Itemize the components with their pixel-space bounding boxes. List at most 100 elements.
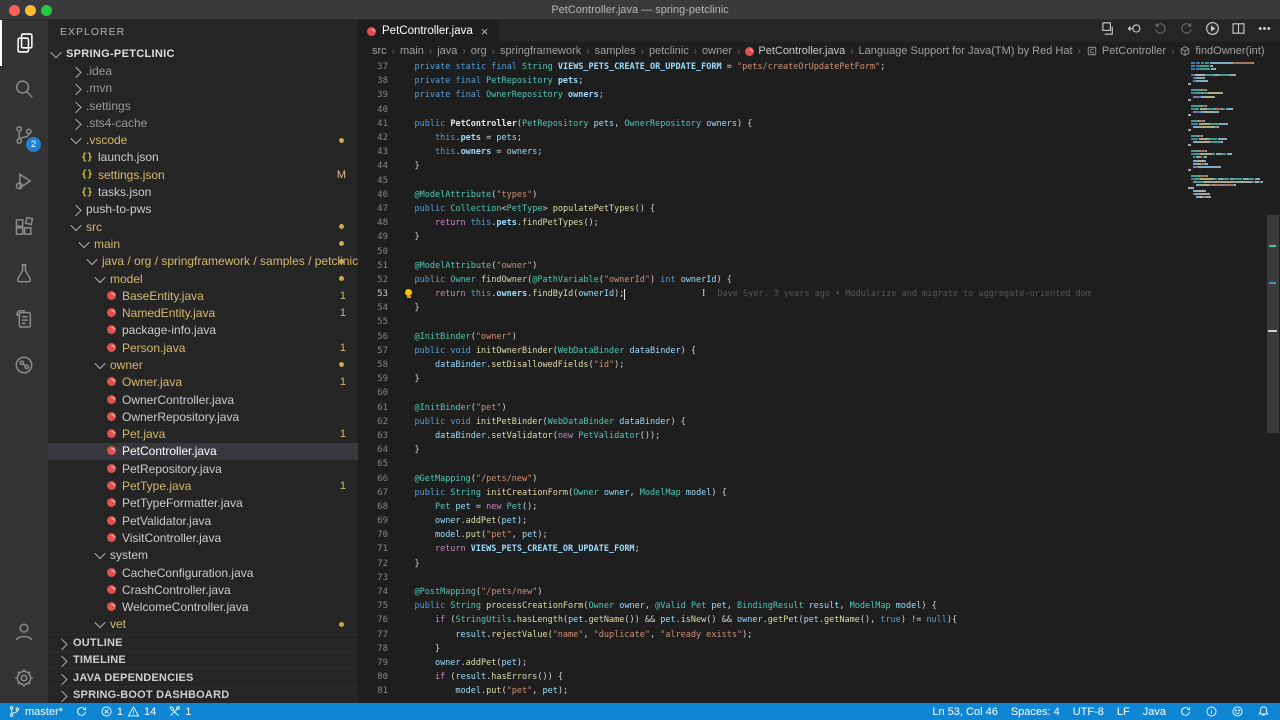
activity-run-debug[interactable] bbox=[0, 158, 48, 204]
code-line-53[interactable]: 53 return this.owners.findById(ownerId);… bbox=[358, 287, 1280, 301]
tree-item-owner-java[interactable]: Owner.java1 bbox=[48, 374, 358, 391]
status-encoding[interactable]: UTF-8 bbox=[1073, 706, 1104, 718]
breadcrumb-item-petcontroller[interactable]: PetController bbox=[1086, 45, 1166, 57]
code-line-52[interactable]: 52 public Owner findOwner(@PathVariable(… bbox=[358, 273, 1280, 287]
tree-item-push-to-pws[interactable]: push-to-pws bbox=[48, 201, 358, 218]
code-line-56[interactable]: 56 @InitBinder("owner") bbox=[358, 330, 1280, 344]
code-line-71[interactable]: 71 return VIEWS_PETS_CREATE_OR_UPDATE_FO… bbox=[358, 542, 1280, 556]
tree-item--settings[interactable]: .settings bbox=[48, 97, 358, 114]
status-indentation[interactable]: Spaces: 4 bbox=[1011, 706, 1060, 718]
activity-accounts[interactable] bbox=[0, 609, 48, 655]
code-line-76[interactable]: 76 if (StringUtils.hasLength(pet.getName… bbox=[358, 613, 1280, 627]
status-problems[interactable]: 114 bbox=[100, 705, 156, 718]
tree-item-petvalidator-java[interactable]: PetValidator.java bbox=[48, 512, 358, 529]
tab-petcontroller[interactable]: PetController.java × bbox=[358, 20, 499, 42]
code-line-39[interactable]: 39 private final OwnerRepository owners; bbox=[358, 88, 1280, 102]
panel-timeline[interactable]: TIMELINE bbox=[48, 651, 358, 668]
tree-item-model[interactable]: model bbox=[48, 270, 358, 287]
code-line-48[interactable]: 48 return this.pets.findPetTypes(); bbox=[358, 216, 1280, 230]
tree-item-ownerrepository-java[interactable]: OwnerRepository.java bbox=[48, 408, 358, 425]
code-line-78[interactable]: 78 } bbox=[358, 642, 1280, 656]
code-line-69[interactable]: 69 owner.addPet(pet); bbox=[358, 514, 1280, 528]
tree-item-package-info-java[interactable]: package-info.java bbox=[48, 322, 358, 339]
tree-item--vscode[interactable]: .vscode bbox=[48, 131, 358, 148]
more-actions-icon[interactable] bbox=[1257, 21, 1272, 41]
code-line-40[interactable]: 40 bbox=[358, 103, 1280, 117]
tree-item-petrepository-java[interactable]: PetRepository.java bbox=[48, 460, 358, 477]
breadcrumb-item-findowner-int-[interactable]: findOwner(int) bbox=[1179, 45, 1264, 57]
go-back-icon[interactable] bbox=[1127, 21, 1142, 41]
status-language-status[interactable] bbox=[1179, 705, 1192, 718]
activity-source-control[interactable]: 2 bbox=[0, 112, 48, 158]
panel-java-dependencies[interactable]: JAVA DEPENDENCIES bbox=[48, 668, 358, 685]
status-language-mode[interactable]: Java bbox=[1143, 706, 1166, 718]
tree-item-ownercontroller-java[interactable]: OwnerController.java bbox=[48, 391, 358, 408]
activity-explorer[interactable] bbox=[0, 20, 48, 66]
code-line-70[interactable]: 70 model.put("pet", pet); bbox=[358, 528, 1280, 542]
breadcrumb-item-samples[interactable]: samples bbox=[595, 45, 636, 57]
activity-extensions[interactable] bbox=[0, 204, 48, 250]
code-line-64[interactable]: 64 } bbox=[358, 443, 1280, 457]
breadcrumb-item-src[interactable]: src bbox=[372, 45, 387, 57]
breadcrumb-item-org[interactable]: org bbox=[471, 45, 487, 57]
code-line-75[interactable]: 75 public String processCreationForm(Own… bbox=[358, 599, 1280, 613]
status-java-build[interactable]: 1 bbox=[168, 705, 191, 718]
tree-item-cacheconfiguration-java[interactable]: CacheConfiguration.java bbox=[48, 564, 358, 581]
breadcrumb-item-springframework[interactable]: springframework bbox=[500, 45, 581, 57]
code-line-44[interactable]: 44 } bbox=[358, 159, 1280, 173]
tab-close-icon[interactable]: × bbox=[481, 25, 489, 38]
minimap[interactable] bbox=[1188, 62, 1266, 703]
code-line-41[interactable]: 41 public PetController(PetRepository pe… bbox=[358, 117, 1280, 131]
undo-dim-icon[interactable] bbox=[1153, 21, 1168, 41]
code-line-58[interactable]: 58 dataBinder.setDisallowedFields("id"); bbox=[358, 358, 1280, 372]
tree-item-main[interactable]: main bbox=[48, 235, 358, 252]
code-line-46[interactable]: 46 @ModelAttribute("types") bbox=[358, 188, 1280, 202]
tree-item-java-org-springframework-samples-petclinic[interactable]: java / org / springframework / samples /… bbox=[48, 253, 358, 270]
tree-item-tasks-json[interactable]: {}tasks.json bbox=[48, 183, 358, 200]
code-line-65[interactable]: 65 bbox=[358, 457, 1280, 471]
status-java-info[interactable] bbox=[1205, 705, 1218, 718]
tree-item-pettype-java[interactable]: PetType.java1 bbox=[48, 477, 358, 494]
redo-dim-icon[interactable] bbox=[1179, 21, 1194, 41]
breadcrumb-item-java[interactable]: java bbox=[437, 45, 457, 57]
split-editor-icon[interactable] bbox=[1231, 21, 1246, 41]
tree-item-vet[interactable]: vet bbox=[48, 616, 358, 633]
activity-search[interactable] bbox=[0, 66, 48, 112]
code-line-45[interactable]: 45 bbox=[358, 174, 1280, 188]
code-line-54[interactable]: 54 } bbox=[358, 301, 1280, 315]
breadcrumb-item-petclinic[interactable]: petclinic bbox=[649, 45, 689, 57]
code-line-50[interactable]: 50 bbox=[358, 244, 1280, 258]
tree-item-visitcontroller-java[interactable]: VisitController.java bbox=[48, 529, 358, 546]
vertical-scrollbar[interactable] bbox=[1266, 60, 1280, 703]
panel-spring-boot-dashboard[interactable]: SPRING-BOOT DASHBOARD bbox=[48, 686, 358, 703]
compare-icon[interactable] bbox=[1101, 21, 1116, 41]
breadcrumb-item-main[interactable]: main bbox=[400, 45, 424, 57]
code-line-38[interactable]: 38 private final PetRepository pets; bbox=[358, 74, 1280, 88]
code-line-80[interactable]: 80 if (result.hasErrors()) { bbox=[358, 670, 1280, 684]
panel-outline[interactable]: OUTLINE bbox=[48, 634, 358, 651]
tree-item-launch-json[interactable]: {}launch.json bbox=[48, 149, 358, 166]
breadcrumb-item-petcontroller-java[interactable]: PetController.java bbox=[745, 45, 845, 57]
code-line-62[interactable]: 62 public void initPetBinder(WebDataBind… bbox=[358, 415, 1280, 429]
code-line-55[interactable]: 55 bbox=[358, 315, 1280, 329]
tree-item-settings-json[interactable]: {}settings.jsonM bbox=[48, 166, 358, 183]
tree-item-pettypeformatter-java[interactable]: PetTypeFormatter.java bbox=[48, 495, 358, 512]
tree-item-pet-java[interactable]: Pet.java1 bbox=[48, 426, 358, 443]
code-line-61[interactable]: 61 @InitBinder("pet") bbox=[358, 401, 1280, 415]
code-line-73[interactable]: 73 bbox=[358, 571, 1280, 585]
tree-item-person-java[interactable]: Person.java1 bbox=[48, 339, 358, 356]
code-line-68[interactable]: 68 Pet pet = new Pet(); bbox=[358, 500, 1280, 514]
status-eol[interactable]: LF bbox=[1117, 706, 1130, 718]
code-line-57[interactable]: 57 public void initOwnerBinder(WebDataBi… bbox=[358, 344, 1280, 358]
code-line-51[interactable]: 51 @ModelAttribute("owner") bbox=[358, 259, 1280, 273]
tree-item--sts4-cache[interactable]: .sts4-cache bbox=[48, 114, 358, 131]
code-line-72[interactable]: 72 } bbox=[358, 557, 1280, 571]
status-git-branch[interactable]: master* bbox=[8, 705, 63, 718]
code-line-66[interactable]: 66 @GetMapping("/pets/new") bbox=[358, 471, 1280, 485]
code-line-79[interactable]: 79 owner.addPet(pet); bbox=[358, 656, 1280, 670]
tree-item-src[interactable]: src bbox=[48, 218, 358, 235]
tree-item-namedentity-java[interactable]: NamedEntity.java1 bbox=[48, 304, 358, 321]
code-line-37[interactable]: 37 private static final String VIEWS_PET… bbox=[358, 60, 1280, 74]
code-line-47[interactable]: 47 public Collection<PetType> populatePe… bbox=[358, 202, 1280, 216]
activity-java-projects[interactable] bbox=[0, 296, 48, 342]
